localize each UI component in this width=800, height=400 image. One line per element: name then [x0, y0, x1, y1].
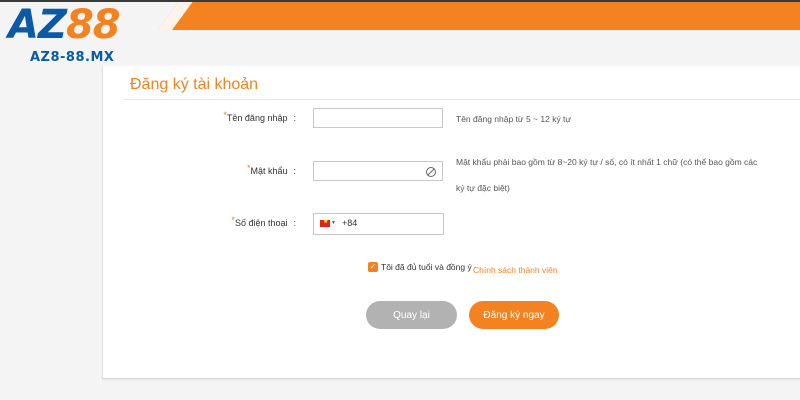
site-logo[interactable]: AZ88 AZ8-88.MX — [8, 2, 121, 65]
required-mark: * — [231, 215, 235, 225]
top-header-bar — [0, 0, 800, 30]
back-button[interactable]: Quay lại — [366, 301, 457, 329]
username-label-text: Tên đăng nhập — [226, 113, 288, 123]
phone-label: *Số điện thoại: — [196, 215, 296, 228]
logo-mark-suffix: 88 — [65, 2, 121, 48]
logo-mark-prefix: AZ — [8, 2, 67, 48]
register-button[interactable]: Đăng ký ngay — [469, 301, 559, 329]
username-input[interactable] — [313, 108, 443, 128]
dial-code: +84 — [342, 218, 358, 228]
required-mark: * — [246, 163, 251, 173]
label-colon: : — [293, 218, 296, 228]
password-label: *Mật khẩu: — [196, 163, 296, 176]
agree-checkbox[interactable]: ✓ — [368, 262, 378, 272]
phone-field: ★ ▼ +84 — [313, 213, 444, 235]
member-policy-link[interactable]: Chính sách thành viên — [473, 265, 558, 275]
title-divider — [124, 99, 800, 100]
logo-domain: AZ8-88.MX — [30, 50, 115, 65]
password-hint: Mật khẩu phải bao gồm từ 8~20 ký tự / số… — [456, 149, 757, 201]
flag-star-icon: ★ — [323, 219, 329, 225]
label-colon: : — [293, 113, 296, 123]
required-mark: * — [223, 110, 227, 120]
password-hint-line2: ký tự đặc biệt) — [456, 183, 510, 193]
password-hint-line1: Mật khẩu phải bao gồm từ 8~20 ký tự / số… — [456, 157, 758, 167]
password-input[interactable] — [313, 161, 443, 181]
eye-off-icon[interactable] — [425, 166, 437, 178]
phone-label-text: Số điện thoại — [234, 218, 288, 228]
caret-down-icon: ▼ — [331, 220, 336, 226]
agree-text: Tôi đã đủ tuổi và đồng ý — [381, 262, 472, 272]
username-hint: Tên đăng nhập từ 5 ~ 12 ký tự — [456, 114, 572, 124]
page-title: Đăng ký tài khoản — [130, 76, 259, 93]
country-code-selector[interactable]: ★ ▼ — [316, 216, 336, 232]
label-colon: : — [293, 166, 296, 176]
logo-mark: AZ88 — [8, 2, 121, 48]
password-label-text: Mật khẩu — [250, 166, 288, 176]
username-label: *Tên đăng nhập: — [196, 110, 296, 123]
